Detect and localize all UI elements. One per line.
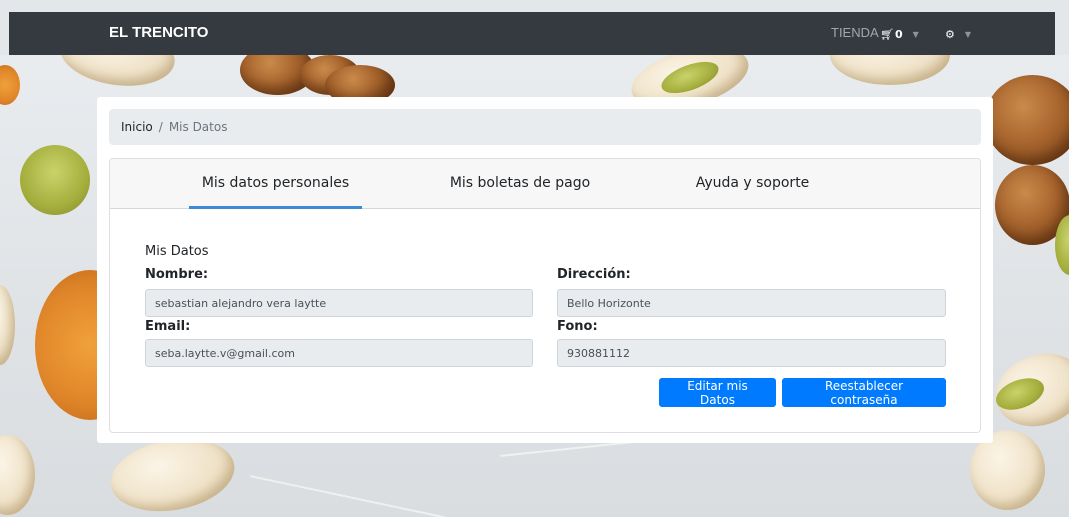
fono-field[interactable] bbox=[557, 339, 946, 367]
email-field[interactable] bbox=[145, 339, 533, 367]
profile-panel: Mis datos personales Mis boletas de pago… bbox=[109, 158, 981, 433]
tab-mis-boletas-de-pago[interactable]: Mis boletas de pago bbox=[440, 159, 600, 209]
tab-bar: Mis datos personales Mis boletas de pago… bbox=[110, 159, 980, 209]
tab-mis-datos-personales[interactable]: Mis datos personales bbox=[189, 159, 362, 209]
gear-icon: ⚙ bbox=[945, 27, 955, 41]
nombre-label: Nombre: bbox=[145, 267, 209, 282]
chevron-down-icon: ▼ bbox=[912, 29, 919, 39]
cart-count: 0 bbox=[894, 27, 903, 41]
nombre-field[interactable] bbox=[145, 289, 533, 317]
breadcrumb-separator: / bbox=[158, 120, 163, 134]
nav-store-link[interactable]: TIENDA bbox=[831, 25, 879, 40]
cart-dropdown[interactable]: 🛒︎ 0 ▼ bbox=[880, 24, 919, 44]
direccion-field[interactable] bbox=[557, 289, 946, 317]
fono-label: Fono: bbox=[557, 319, 598, 334]
breadcrumb-home-link[interactable]: Inicio bbox=[121, 120, 153, 134]
section-title: Mis Datos bbox=[145, 244, 209, 259]
reset-password-button[interactable]: Reestablecer contraseña bbox=[782, 378, 946, 407]
top-navbar: EL TRENCITO TIENDA 🛒︎ 0 ▼ ⚙ ▼ bbox=[9, 12, 1055, 55]
direccion-label: Dirección: bbox=[557, 267, 631, 282]
email-label: Email: bbox=[145, 319, 191, 334]
breadcrumb-current: Mis Datos bbox=[168, 120, 228, 134]
cart-icon: 🛒︎ bbox=[880, 27, 894, 41]
tab-ayuda-y-soporte[interactable]: Ayuda y soporte bbox=[680, 159, 825, 209]
brand-logo[interactable]: EL TRENCITO bbox=[109, 24, 208, 41]
chevron-down-icon: ▼ bbox=[964, 29, 972, 39]
main-card: Inicio / Mis Datos Mis datos personales Mi… bbox=[97, 97, 993, 443]
breadcrumb: Inicio / Mis Datos bbox=[109, 109, 981, 145]
settings-dropdown[interactable]: ⚙ ▼ bbox=[945, 24, 971, 44]
edit-data-button[interactable]: Editar mis Datos bbox=[659, 378, 776, 407]
